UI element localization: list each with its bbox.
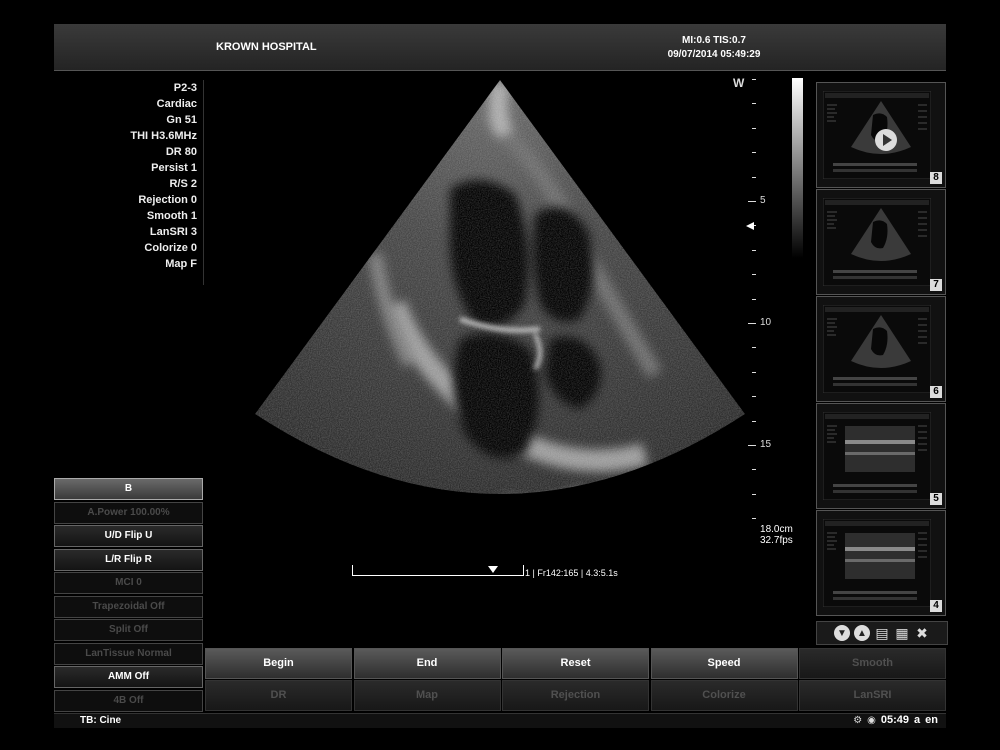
thumbnail-number: 5 bbox=[930, 493, 942, 505]
param-1: Cardiac bbox=[156, 98, 197, 110]
thumbnail-preview bbox=[823, 412, 931, 500]
mi-tis-readout: MI:0.6 TIS:0.7 bbox=[682, 35, 746, 46]
scroll-up-icon[interactable]: ▲ bbox=[854, 625, 870, 641]
thumbnail-preview bbox=[823, 305, 931, 393]
depth-tick bbox=[752, 274, 756, 276]
cine-timeline[interactable] bbox=[352, 565, 524, 576]
depth-label: 15 bbox=[760, 439, 772, 450]
softkey-panel: Begin End Reset Speed Smooth DR Map Rejection Co… bbox=[205, 648, 947, 712]
depth-tick bbox=[752, 176, 756, 178]
status-time: 05:49 bbox=[880, 714, 910, 726]
depth-tick bbox=[748, 201, 756, 202]
grayscale-bar bbox=[792, 78, 803, 258]
params-divider bbox=[203, 80, 204, 285]
softkey-rejection-button[interactable]: Rejection bbox=[502, 680, 649, 711]
depth-tick bbox=[752, 103, 756, 105]
thumbnail-tools: ▼ ▲ ▤ ▦ ✖ bbox=[816, 621, 948, 645]
thumbnail-number: 4 bbox=[930, 600, 942, 612]
imaging-parameters: P2-3 Cardiac Gn 51 THI H3.6MHz DR 80 Persist … bbox=[60, 80, 197, 272]
softkey-end-button[interactable]: End bbox=[353, 648, 501, 679]
mode-button-1[interactable]: A.Power 100.00% bbox=[54, 501, 203, 524]
thumbnail-5[interactable]: 5 bbox=[816, 403, 946, 509]
param-3: THI H3.6MHz bbox=[130, 130, 197, 142]
play-icon[interactable] bbox=[875, 129, 897, 151]
thumbnail-8[interactable]: 8 bbox=[816, 82, 946, 188]
mode-button-0[interactable]: B bbox=[54, 478, 203, 500]
depth-tick bbox=[752, 371, 756, 373]
param-7: Rejection 0 bbox=[138, 194, 197, 206]
thumbnail-7[interactable]: 7 bbox=[816, 189, 946, 295]
status-bar: TB: Cine ⚙ ◉ 05:49 a en bbox=[54, 713, 946, 728]
save-icon[interactable]: ▤ bbox=[874, 625, 890, 641]
softkey-speed-button[interactable]: Speed bbox=[650, 648, 798, 679]
depth-tick bbox=[752, 347, 756, 349]
export-icon[interactable]: ▦ bbox=[894, 625, 910, 641]
thumbnail-4[interactable]: 4 bbox=[816, 510, 946, 616]
scroll-down-icon[interactable]: ▼ bbox=[834, 625, 850, 641]
depth-value: 18.0cm bbox=[760, 524, 793, 535]
exam-datetime: 09/07/2014 05:49:29 bbox=[667, 49, 761, 60]
softkey-dr-button[interactable]: DR bbox=[205, 680, 352, 711]
param-10: Colorize 0 bbox=[144, 242, 197, 254]
mode-button-5[interactable]: Trapezoidal Off bbox=[54, 595, 203, 618]
softkey-smooth-button[interactable]: Smooth bbox=[799, 648, 946, 679]
depth-tick bbox=[752, 152, 756, 154]
depth-readout: 18.0cm 32.7fps bbox=[760, 524, 793, 546]
depth-tick bbox=[752, 518, 756, 520]
param-5: Persist 1 bbox=[151, 162, 197, 174]
mode-button-2[interactable]: U/D Flip U bbox=[54, 525, 203, 547]
status-right: ⚙ ◉ 05:49 a en bbox=[853, 714, 938, 726]
frame-rate: 32.7fps bbox=[760, 535, 793, 546]
mode-button-4[interactable]: MCI 0 bbox=[54, 572, 203, 594]
depth-tick bbox=[752, 127, 756, 129]
param-2: Gn 51 bbox=[166, 114, 197, 126]
depth-tick bbox=[748, 445, 756, 446]
depth-tick bbox=[752, 420, 756, 422]
thumbnail-number: 7 bbox=[930, 279, 942, 291]
depth-tick bbox=[752, 493, 756, 495]
thumbnail-number: 6 bbox=[930, 386, 942, 398]
thumbnail-6[interactable]: 6 bbox=[816, 296, 946, 402]
language-en[interactable]: en bbox=[925, 714, 938, 726]
depth-tick bbox=[752, 79, 756, 80]
param-8: Smooth 1 bbox=[146, 210, 197, 222]
cine-position-marker-icon[interactable] bbox=[488, 566, 498, 573]
softkey-map-button[interactable]: Map bbox=[353, 680, 501, 711]
depth-label: 5 bbox=[760, 195, 766, 206]
depth-label: 10 bbox=[760, 317, 772, 328]
trackball-mode: TB: Cine bbox=[80, 715, 122, 726]
depth-tick bbox=[752, 396, 756, 398]
softkey-colorize-button[interactable]: Colorize bbox=[650, 680, 798, 711]
mode-button-3[interactable]: L/R Flip R bbox=[54, 548, 203, 571]
param-4: DR 80 bbox=[165, 146, 197, 158]
mode-button-8[interactable]: AMM Off bbox=[54, 666, 203, 688]
depth-tick bbox=[752, 469, 756, 471]
ultrasound-image[interactable] bbox=[205, 74, 805, 634]
softkey-lansri-button[interactable]: LanSRI bbox=[799, 680, 946, 711]
depth-tick bbox=[748, 323, 756, 324]
softkey-begin-button[interactable]: Begin bbox=[205, 648, 352, 679]
depth-tick bbox=[752, 298, 756, 300]
param-0: P2-3 bbox=[173, 82, 197, 94]
thumbnail-number: 8 bbox=[930, 172, 942, 184]
thumbnail-preview bbox=[823, 519, 931, 607]
header-bar: KROWN HOSPITAL MI:0.6 TIS:0.7 09/07/2014… bbox=[54, 24, 946, 71]
mode-button-7[interactable]: LanTissue Normal bbox=[54, 642, 203, 665]
cine-frame-info: 1 | Fr142:165 | 4.3:5.1s bbox=[525, 568, 618, 578]
thumbnail-preview bbox=[823, 198, 931, 286]
probe-orientation-icon: W bbox=[733, 76, 745, 90]
language-a[interactable]: a bbox=[914, 714, 920, 726]
param-9: LanSRI 3 bbox=[149, 226, 197, 238]
focus-marker-icon[interactable] bbox=[746, 222, 754, 230]
mode-button-9[interactable]: 4B Off bbox=[54, 689, 203, 712]
hospital-name: KROWN HOSPITAL bbox=[216, 41, 317, 53]
param-6: R/S 2 bbox=[169, 178, 197, 190]
clock-icon: ◉ bbox=[867, 714, 876, 726]
mode-button-6[interactable]: Split Off bbox=[54, 619, 203, 641]
depth-tick bbox=[752, 249, 756, 251]
param-11: Map F bbox=[165, 258, 197, 270]
network-icon: ⚙ bbox=[853, 714, 863, 726]
softkey-reset-button[interactable]: Reset bbox=[502, 648, 649, 679]
delete-icon[interactable]: ✖ bbox=[914, 625, 930, 641]
